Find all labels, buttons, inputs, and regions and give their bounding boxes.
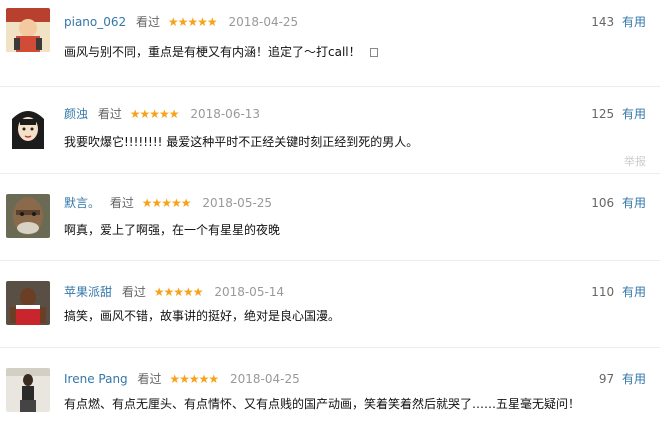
review-date: 2018-05-14 — [214, 285, 285, 299]
review-item: 苹果派甜 看过 ★★★★★ 2018-05-14 110 有用 搞笑，画风不错，… — [0, 261, 660, 348]
avatar[interactable] — [6, 281, 50, 325]
review-meta: Irene Pang 看过 ★★★★★ 2018-04-25 — [64, 370, 300, 388]
avatar[interactable] — [6, 368, 50, 412]
review-text: 我要吹爆它!!!!!!!! 最爱这种平时不正经关键时刻正经到死的男人。 — [64, 135, 419, 149]
review-meta: 颜浊 看过 ★★★★★ 2018-06-13 — [64, 105, 260, 123]
review-text: 画风与别不同，重点是有梗又有内涵！追定了～打call！ — [64, 45, 361, 59]
review-content: 搞笑，画风不错，故事讲的挺好，绝对是良心国漫。 — [64, 307, 340, 325]
review-item: piano_062 看过 ★★★★★ 2018-04-25 143 有用 画风与… — [0, 0, 660, 87]
review-content: 啊真，爱上了啊强，在一个有星星的夜晚 — [64, 221, 280, 239]
review-date: 2018-05-25 — [202, 196, 273, 210]
useful-count: 110 — [591, 285, 615, 299]
username-link[interactable]: 苹果派甜 — [64, 285, 112, 299]
username-link[interactable]: Irene Pang — [64, 372, 128, 386]
avatar[interactable] — [6, 8, 50, 52]
useful-button[interactable]: 有用 — [622, 15, 646, 29]
review-date: 2018-06-13 — [190, 107, 261, 121]
useful-button[interactable]: 有用 — [622, 196, 646, 210]
vote-area: 110 有用 — [591, 283, 646, 301]
review-text: 有点燃、有点无厘头、有点情怀、又有点贱的国产动画，笑着笑着然后就哭了……五星毫无… — [64, 397, 581, 411]
star-rating: ★★★★★ — [153, 285, 204, 299]
review-item: 默言。 看过 ★★★★★ 2018-05-25 106 有用 啊真，爱上了啊强，… — [0, 174, 660, 261]
star-rating: ★★★★★ — [169, 372, 219, 386]
watch-status: 看过 — [109, 196, 134, 210]
avatar[interactable] — [6, 105, 50, 149]
vote-area: 106 有用 — [591, 194, 646, 212]
useful-count: 125 — [591, 107, 615, 121]
review-date: 2018-04-25 — [228, 15, 299, 29]
vote-area: 143 有用 — [591, 13, 646, 31]
avatar[interactable] — [6, 194, 50, 238]
review-item: Irene Pang 看过 ★★★★★ 2018-04-25 97 有用 有点燃… — [0, 348, 660, 427]
expand-icon[interactable] — [370, 48, 379, 57]
review-text: 啊真，爱上了啊强，在一个有星星的夜晚 — [64, 223, 281, 237]
review-content: 有点燃、有点无厘头、有点情怀、又有点贱的国产动画，笑着笑着然后就哭了……五星毫无… — [64, 395, 580, 413]
star-rating: ★★★★★ — [167, 15, 218, 29]
star-rating: ★★★★★ — [129, 107, 180, 121]
star-rating: ★★★★★ — [141, 196, 192, 210]
useful-count: 106 — [591, 196, 615, 210]
useful-count: 97 — [598, 372, 615, 386]
watch-status: 看过 — [121, 285, 146, 299]
username-link[interactable]: 默言。 — [64, 196, 100, 210]
report-link[interactable]: 举报 — [624, 153, 646, 169]
review-date: 2018-04-25 — [229, 372, 300, 386]
review-meta: 苹果派甜 看过 ★★★★★ 2018-05-14 — [64, 283, 284, 301]
username-link[interactable]: 颜浊 — [64, 107, 88, 121]
useful-count: 143 — [591, 15, 615, 29]
review-content: 我要吹爆它!!!!!!!! 最爱这种平时不正经关键时刻正经到死的男人。 — [64, 133, 418, 151]
watch-status: 看过 — [137, 372, 162, 386]
useful-button[interactable]: 有用 — [622, 285, 646, 299]
review-meta: 默言。 看过 ★★★★★ 2018-05-25 — [64, 194, 272, 212]
watch-status: 看过 — [97, 107, 122, 121]
useful-button[interactable]: 有用 — [622, 372, 646, 386]
review-content: 画风与别不同，重点是有梗又有内涵！追定了～打call！ — [64, 43, 379, 61]
review-text: 搞笑，画风不错，故事讲的挺好，绝对是良心国漫。 — [64, 309, 341, 323]
vote-area: 125 有用 — [591, 105, 646, 123]
watch-status: 看过 — [135, 15, 160, 29]
vote-area: 97 有用 — [599, 370, 646, 388]
review-meta: piano_062 看过 ★★★★★ 2018-04-25 — [64, 13, 298, 31]
useful-button[interactable]: 有用 — [622, 107, 646, 121]
review-item: 颜浊 看过 ★★★★★ 2018-06-13 125 有用 我要吹爆它!!!!!… — [0, 87, 660, 174]
username-link[interactable]: piano_062 — [64, 15, 126, 29]
